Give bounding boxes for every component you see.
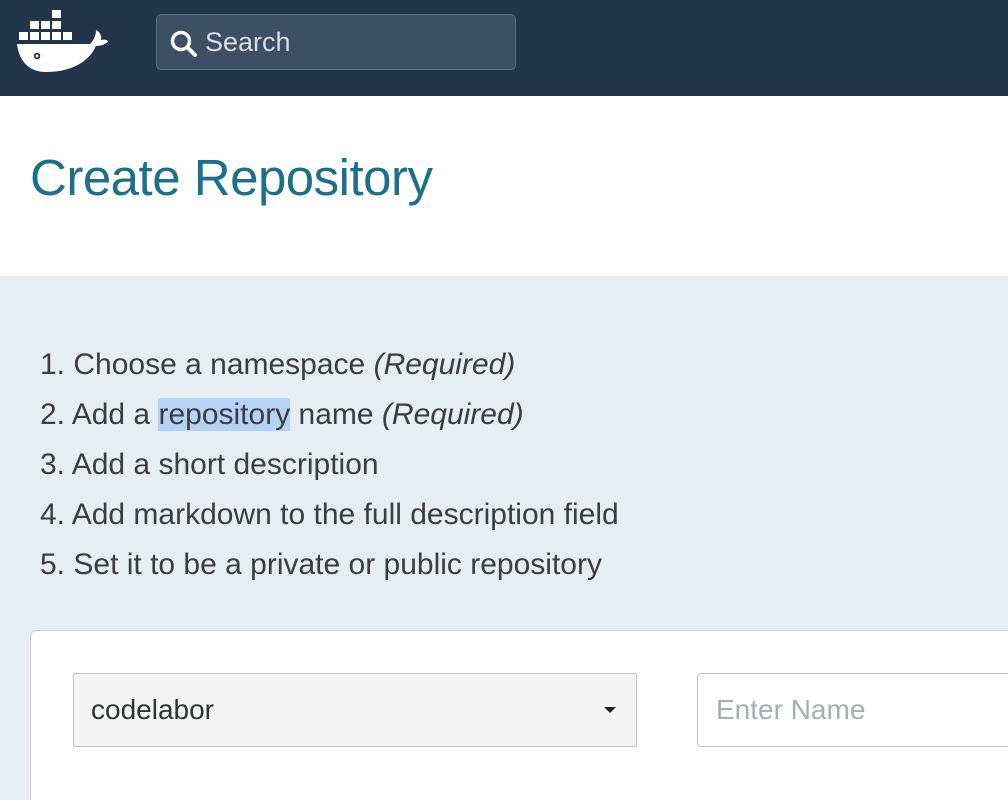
step-item: 5. Set it to be a private or public repo… bbox=[40, 540, 619, 590]
step-text: Add markdown to the full description fie… bbox=[71, 498, 619, 531]
page-title: Create Repository bbox=[30, 149, 433, 206]
namespace-select[interactable]: codelabor bbox=[73, 673, 637, 747]
namespace-selected-value: codelabor bbox=[91, 694, 214, 725]
caret-down-icon bbox=[604, 707, 616, 713]
top-navbar bbox=[0, 0, 1008, 96]
step-item: 4. Add markdown to the full description … bbox=[40, 490, 619, 540]
repository-name-input[interactable] bbox=[697, 673, 1008, 747]
step-required-note: (Required) bbox=[373, 348, 516, 381]
step-text: Choose a namespace bbox=[73, 348, 366, 381]
step-number: 4. bbox=[40, 498, 66, 531]
step-text: Add a bbox=[71, 398, 151, 431]
step-number: 2. bbox=[40, 398, 66, 431]
step-number: 1. bbox=[40, 348, 66, 381]
step-item: 3. Add a short description bbox=[40, 440, 619, 490]
step-text: Add a short description bbox=[71, 448, 379, 481]
step-text-highlighted: repository bbox=[158, 398, 291, 431]
instruction-steps: 1. Choose a namespace (Required) 2. Add … bbox=[40, 340, 619, 590]
repository-form-card: codelabor bbox=[30, 630, 1008, 800]
step-item: 2. Add a repository name (Required) bbox=[40, 390, 619, 440]
search-input[interactable] bbox=[205, 15, 505, 69]
docker-whale-logo-icon[interactable] bbox=[16, 8, 112, 80]
step-text-after: name bbox=[298, 398, 374, 431]
page-header: Create Repository bbox=[0, 96, 1008, 276]
step-number: 3. bbox=[40, 448, 66, 481]
search-box[interactable] bbox=[156, 14, 516, 70]
step-item: 1. Choose a namespace (Required) bbox=[40, 340, 619, 390]
step-number: 5. bbox=[40, 548, 66, 581]
step-required-note: (Required) bbox=[381, 398, 524, 431]
step-text: Set it to be a private or public reposit… bbox=[73, 548, 602, 581]
search-icon bbox=[170, 30, 197, 57]
